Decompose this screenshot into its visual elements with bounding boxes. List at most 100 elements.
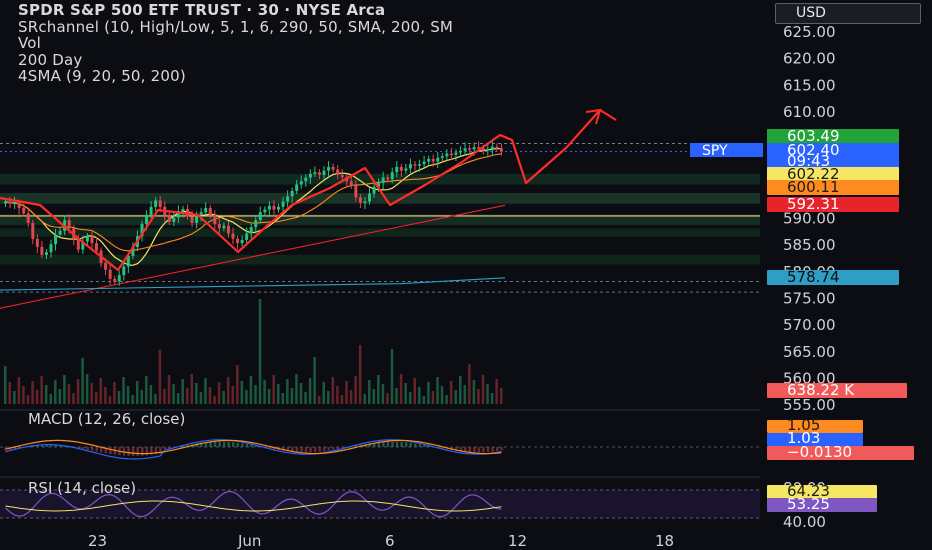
macd-histogram: [227, 441, 230, 447]
volume-bar: [322, 382, 325, 404]
macd-histogram: [236, 442, 240, 447]
volume-bar: [4, 366, 7, 404]
volume-bar: [208, 387, 212, 404]
volume-bar: [186, 388, 189, 404]
candle: [427, 158, 431, 162]
macd-histogram: [90, 447, 94, 451]
price-tick: 625.00: [783, 23, 836, 41]
volume-bar: [226, 377, 230, 404]
volume-bar: [304, 392, 307, 404]
candle: [317, 172, 321, 175]
volume-bar: [317, 396, 321, 404]
macd-histogram: [500, 447, 503, 451]
volume-bar: [299, 383, 303, 404]
volume-bar: [231, 386, 234, 404]
candle: [104, 262, 108, 270]
macd-histogram: [418, 444, 422, 447]
candle: [413, 164, 417, 166]
volume-bar: [81, 358, 84, 404]
volume-bar: [236, 365, 239, 404]
candle: [418, 164, 422, 166]
candle: [499, 148, 503, 152]
legend-title: SPDR S&P 500 ETF TRUST · 30 · NYSE Arca: [18, 2, 386, 19]
time-axis: 23 Jun 6 12 18: [0, 530, 932, 550]
volume-bar: [17, 377, 21, 404]
volume-bar: [190, 374, 194, 404]
macd-histogram: [304, 447, 308, 453]
volume-bar: [454, 390, 457, 404]
volume-bar: [99, 378, 103, 404]
volume-bar: [67, 384, 71, 404]
candle: [463, 148, 467, 151]
currency-button[interactable]: USD: [775, 3, 921, 24]
candle: [95, 243, 98, 251]
volume-bar: [54, 380, 57, 404]
candle: [49, 244, 53, 253]
volume-bar: [436, 377, 439, 404]
candle: [158, 200, 162, 207]
candle: [254, 220, 258, 228]
sr-zone: [0, 193, 760, 204]
candle: [245, 233, 249, 240]
candle: [208, 207, 212, 215]
candle: [13, 202, 17, 205]
time-tick: Jun: [237, 532, 261, 550]
candle: [236, 238, 240, 244]
candle: [35, 238, 39, 247]
volume-bar: [58, 389, 62, 404]
candle: [267, 205, 271, 210]
volume-bar: [336, 386, 339, 404]
volume-bar: [258, 299, 262, 404]
macd-histogram: [40, 445, 44, 447]
volume-bar: [281, 393, 285, 404]
volume-bar: [345, 381, 348, 404]
candle: [336, 169, 340, 175]
macd-histogram: [295, 447, 299, 453]
volume-bar: [358, 345, 362, 404]
candle: [436, 157, 440, 162]
candle: [145, 214, 149, 224]
candle: [490, 146, 494, 149]
rsi-legend: RSI (14, close): [28, 479, 137, 497]
volume-bar: [245, 390, 248, 404]
candle: [363, 201, 367, 204]
macd-histogram: [54, 445, 58, 447]
candle: [22, 207, 26, 214]
candle: [372, 186, 376, 194]
legend-4sma: 4SMA (9, 20, 50, 200): [18, 68, 186, 85]
volume-bar: [126, 386, 130, 404]
volume-bar: [204, 378, 207, 404]
candle: [290, 190, 294, 197]
volume-bar: [381, 384, 385, 404]
volume-bar: [167, 375, 171, 404]
volume-bar: [449, 381, 453, 404]
candle: [167, 214, 171, 222]
candle: [199, 212, 203, 215]
candle: [395, 166, 399, 173]
macd-histogram: [232, 442, 235, 447]
macd-histogram: [473, 447, 476, 453]
price-tick: 570.00: [783, 316, 836, 334]
time-tick: 23: [88, 532, 107, 550]
macd-histogram: [323, 447, 326, 452]
volume-bar: [490, 393, 494, 404]
candle: [445, 153, 449, 157]
volume-bar: [408, 392, 412, 404]
candle: [249, 227, 253, 234]
macd-histogram: [423, 445, 426, 447]
macd-histogram: [327, 447, 331, 451]
volume-bar: [249, 376, 253, 404]
candle: [26, 213, 30, 223]
macd-legend: MACD (12, 26, close): [28, 410, 186, 428]
macd-histogram: [209, 441, 212, 447]
candle: [422, 161, 426, 165]
volume-bar: [427, 382, 430, 404]
volume-bar: [331, 377, 335, 404]
candle: [108, 269, 112, 279]
volume-bar: [413, 378, 416, 404]
candle: [240, 239, 244, 244]
macd-histogram: [495, 447, 499, 452]
rsi-tick: 40.00: [783, 513, 826, 531]
time-tick: 18: [655, 532, 674, 550]
candle: [327, 166, 331, 171]
